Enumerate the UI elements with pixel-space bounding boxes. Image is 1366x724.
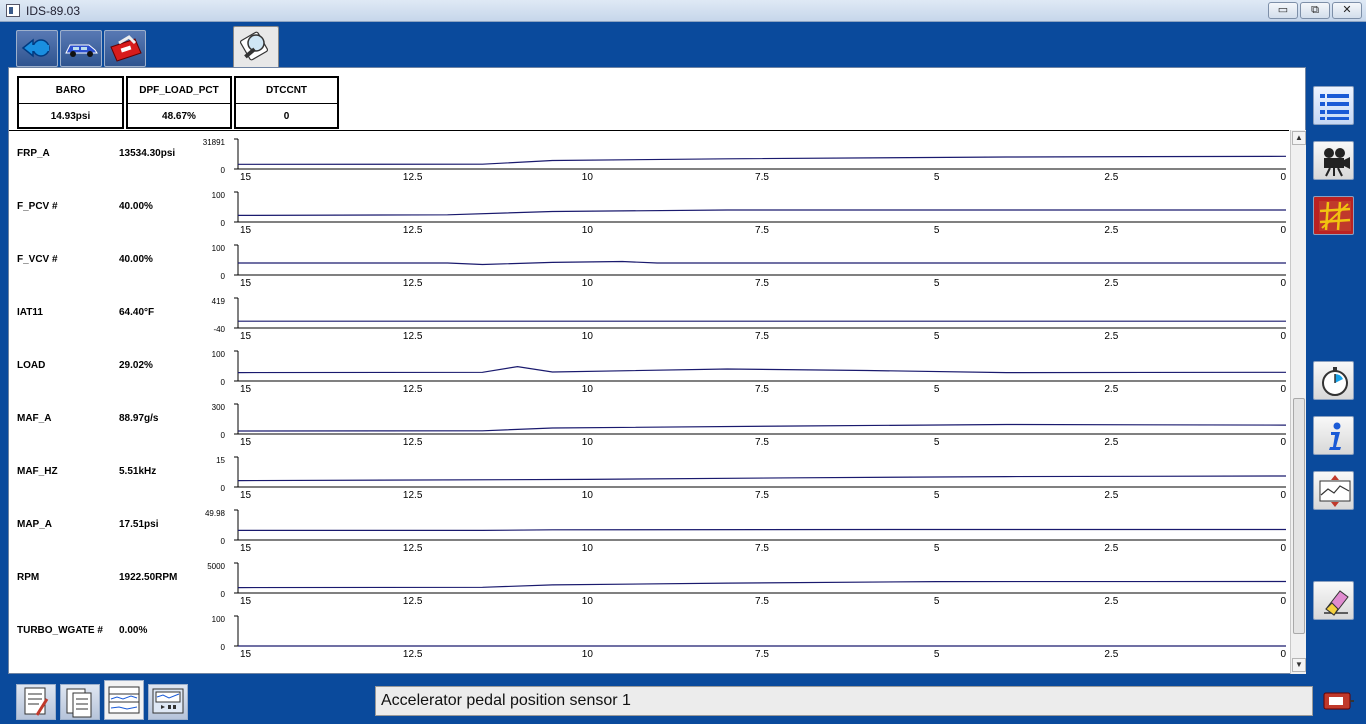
pid-value: 48.67% <box>162 111 196 122</box>
graph-row[interactable]: LOAD 29.02% 100 0 15 12.5 10 7.5 5 2.5 0 <box>9 339 1289 395</box>
graph-list: FRP_A 13534.30psi 31891 0 15 12.5 10 7.5 5 2.5 0 F_… <box>9 130 1289 674</box>
graph-axis <box>237 457 1286 488</box>
x-tick-label: 15 <box>240 649 252 660</box>
close-button[interactable]: ✕ <box>1332 2 1362 19</box>
graph-scrollbar[interactable]: ▲ ▼ <box>1290 130 1306 674</box>
pid-box-dpf-load[interactable]: DPF_LOAD_PCT 48.67% <box>126 76 232 129</box>
graph-row[interactable]: TURBO_WGATE #0.00% 100 0 15 12.5 10 7.5 5 2.5 0 <box>9 604 1289 660</box>
trend-line <box>237 209 1286 216</box>
back-button[interactable] <box>16 30 58 67</box>
trend-line <box>238 260 1286 266</box>
toolbox-button[interactable] <box>104 30 146 67</box>
graph-row[interactable]: MAP_A 17.51psi 49.98 0 15 12.5 10 7.5 5 2.5 0 <box>9 498 1289 554</box>
scroll-thumb[interactable] <box>1293 398 1305 634</box>
list-view-button[interactable] <box>1313 86 1354 125</box>
toolbar <box>0 23 1366 69</box>
pid-value: 14.93psi <box>50 111 91 122</box>
trend-graph <box>234 509 1286 541</box>
connection-status-button[interactable] <box>1322 689 1354 713</box>
info-icon <box>1329 422 1341 450</box>
report-button[interactable] <box>16 684 56 720</box>
graph-axis <box>237 351 1286 382</box>
trend-graph <box>234 403 1287 435</box>
datalogger-icon <box>239 31 269 61</box>
pid-box-dtccnt[interactable]: DTCCNT 0 <box>234 76 339 129</box>
app-icon <box>6 4 20 17</box>
trend-line <box>237 475 1287 482</box>
graph-row[interactable]: MAF_HZ 5.51kHz 15 0 15 12.5 10 7.5 5 2.5 0 <box>9 445 1289 501</box>
x-tick-label: 10 <box>581 649 593 660</box>
trend-graph <box>234 350 1287 382</box>
erase-button[interactable] <box>1313 581 1354 620</box>
trend-graph <box>234 191 1286 223</box>
toolbox-icon <box>110 35 142 62</box>
info-button[interactable] <box>1313 416 1354 455</box>
x-tick-label: 0 <box>1280 649 1286 660</box>
x-tick-label: 5 <box>933 649 940 660</box>
vci-connection-icon <box>1323 692 1354 710</box>
graph-scale-button[interactable] <box>1313 471 1354 510</box>
graph-row[interactable]: IAT11 64.40°F 419 -40 15 12.5 10 7.5 5 2.5 0 <box>9 286 1289 342</box>
graph-view-tab[interactable] <box>104 680 144 720</box>
scroll-up-arrow[interactable]: ▲ <box>1292 131 1306 145</box>
trigger-button[interactable] <box>1313 196 1354 235</box>
playback-icon <box>152 688 184 714</box>
trend-line <box>237 365 1287 374</box>
graph-row[interactable]: F_VCV #40.00% 100 0 15 12.5 10 7.5 5 2.5 0 <box>9 233 1289 289</box>
graph-row[interactable]: RPM 1922.50RPM 5000 0 15 12.5 10 7.5 5 2.5 0 <box>9 551 1289 607</box>
trend-graph <box>234 562 1287 594</box>
trend-line <box>237 423 1287 432</box>
graph-row[interactable]: FRP_A 13534.30psi 31891 0 15 12.5 10 7.5 5 2.5 0 <box>9 130 1289 183</box>
trend-graph <box>234 615 1286 647</box>
graph-axis <box>237 510 1286 541</box>
trigger-grid-icon <box>1319 201 1351 231</box>
x-tick-label: 12.5 <box>402 649 423 660</box>
trend-line <box>237 580 1287 589</box>
datalogger-panel: BARO 14.93psi DPF_LOAD_PCT 48.67% DTCCNT… <box>8 67 1306 674</box>
x-tick-label: 7.5 <box>755 649 769 660</box>
scroll-down-arrow[interactable]: ▼ <box>1292 658 1306 672</box>
status-bar: Accelerator pedal position sensor 1 <box>375 686 1313 716</box>
datalogger-tab[interactable] <box>233 26 279 69</box>
back-arrow-icon <box>21 38 50 58</box>
graph-axis <box>237 616 1286 647</box>
trend-line <box>237 155 1287 165</box>
graph-row[interactable]: MAF_A 88.97g/s 300 0 15 12.5 10 7.5 5 2.5 0 <box>9 392 1289 448</box>
graph-axis <box>237 245 1286 276</box>
report-icon <box>24 687 49 716</box>
timer-button[interactable] <box>1313 361 1354 400</box>
trend-graph <box>234 138 1287 170</box>
vehicle-icon <box>65 44 98 57</box>
trend-graph <box>234 244 1286 276</box>
trend-line <box>238 528 1286 531</box>
video-camera-icon <box>1324 148 1350 177</box>
graph-row[interactable]: F_PCV #40.00% 100 0 15 12.5 10 7.5 5 2.5 0 <box>9 180 1289 236</box>
x-tick-label: 2.5 <box>1104 649 1119 660</box>
minimize-button[interactable]: ▭ <box>1268 2 1298 19</box>
pid-name: DPF_LOAD_PCT <box>128 78 230 104</box>
eraser-icon <box>1324 590 1349 616</box>
playback-button[interactable] <box>148 684 188 720</box>
title-bar: IDS-89.03 ▭ ⧉ ✕ <box>0 0 1366 22</box>
graph-axis <box>237 563 1286 594</box>
trend-graph <box>234 297 1286 329</box>
pid-name: BARO <box>19 78 122 104</box>
trend-graph <box>234 456 1287 488</box>
graph-view-icon <box>108 686 140 714</box>
pid-box-baro[interactable]: BARO 14.93psi <box>17 76 124 129</box>
pid-list-button[interactable] <box>60 684 100 720</box>
record-button[interactable] <box>1313 141 1354 180</box>
list-icon <box>1320 94 1349 120</box>
pid-name: DTCCNT <box>236 78 337 104</box>
pid-value: 0 <box>283 111 290 122</box>
window-title: IDS-89.03 <box>26 4 81 18</box>
stopwatch-icon <box>1322 367 1348 396</box>
vehicle-button[interactable] <box>60 30 102 67</box>
graph-scale-icon <box>1319 475 1351 507</box>
graph-axis <box>237 404 1286 435</box>
restore-button[interactable]: ⧉ <box>1300 2 1330 19</box>
graph-axis <box>237 192 1286 223</box>
pid-list-icon <box>66 688 92 718</box>
graph-axis <box>237 298 1286 329</box>
